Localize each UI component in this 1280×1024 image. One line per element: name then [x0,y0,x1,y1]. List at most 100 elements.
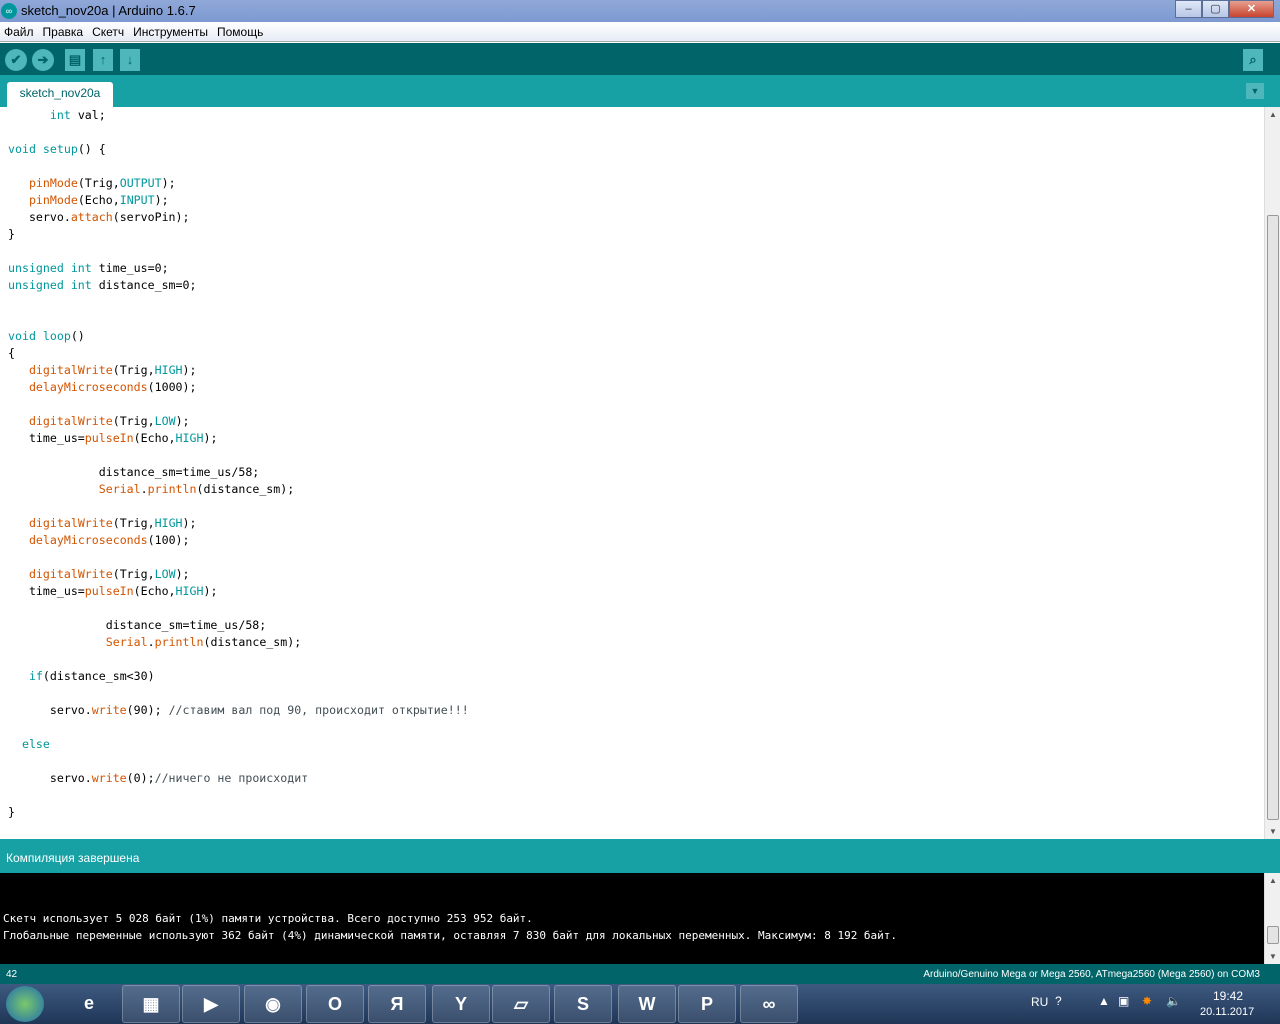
minimize-button[interactable]: ‒ [1175,0,1202,18]
console-line: Глобальные переменные используют 362 бай… [3,929,898,942]
code-token: distance_sm=time_us/58; [8,618,267,632]
code-token: (Trig, [112,567,155,581]
status-message: Компиляция завершена [0,839,1280,873]
code-token: ); [182,516,197,530]
title-bar: ∞ sketch_nov20a | Arduino 1.6.7 ‒ ▢ ✕ [0,0,1280,22]
footer-bar: 42 Arduino/Genuino Mega or Mega 2560, AT… [0,964,1280,984]
taskbar-chrome-icon[interactable]: ◉ [244,985,302,1023]
taskbar-media-player-icon[interactable]: ▶ [182,985,240,1023]
code-line: pinMode(Echo,INPUT); [8,192,169,209]
new-button[interactable]: ▤ [65,49,85,71]
code-line: digitalWrite(Trig,LOW); [8,566,190,583]
code-line: servo.write(90); //ставим вал под 90, пр… [8,702,469,719]
tray-arrow-icon[interactable]: ▲ [1098,994,1110,1008]
scroll-up-icon[interactable]: ▲ [1265,110,1280,119]
avast-icon[interactable]: ✸ [1142,994,1152,1008]
code-line: servo.write(0);//ничего не происходит [8,770,308,787]
save-button[interactable]: ↓ [120,49,140,71]
taskbar-arduino-icon[interactable]: ∞ [740,985,798,1023]
taskbar-yandex-browser-icon[interactable]: Y [432,985,490,1023]
toolbar: ✔ ➔ ▤ ↑ ↓ ⌕ [0,43,1280,75]
menu-sketch[interactable]: Скетч [92,22,124,41]
taskbar-opera-icon[interactable]: O [306,985,364,1023]
code-line: digitalWrite(Trig,LOW); [8,413,190,430]
function-token: digitalWrite [28,516,113,530]
code-line: pinMode(Trig,OUTPUT); [8,175,176,192]
tab-menu-button[interactable]: ▼ [1246,83,1264,99]
scroll-down-icon[interactable]: ▼ [1265,952,1280,961]
function-token: delayMicroseconds [28,533,148,547]
tab-sketch[interactable]: sketch_nov20a [7,82,113,107]
code-line: digitalWrite(Trig,HIGH); [8,362,197,379]
windows-start-icon[interactable] [6,986,44,1022]
window-title: sketch_nov20a | Arduino 1.6.7 [21,3,196,18]
code-line: if(distance_sm<30) [8,668,155,685]
help-icon[interactable]: ? [1055,994,1062,1008]
code-token: time_us= [8,431,85,445]
keyword-token: HIGH [154,363,183,377]
scroll-thumb[interactable] [1267,215,1279,820]
code-token: . [140,482,148,496]
code-token: } [8,805,15,819]
verify-button[interactable]: ✔ [5,49,27,71]
code-token: () [70,329,85,343]
menu-help[interactable]: Помощь [217,22,263,41]
code-token: (1000); [147,380,197,394]
taskbar-ie-icon[interactable]: e [60,985,118,1023]
function-token: write [91,771,127,785]
line-number: 42 [6,969,18,980]
keyword-token: HIGH [175,584,204,598]
network-icon[interactable]: ▣ [1118,994,1129,1008]
taskbar-sticky-notes-icon[interactable]: ▱ [492,985,550,1023]
clock-date[interactable]: 20.11.2017 [1200,1006,1254,1018]
close-button[interactable]: ✕ [1229,0,1274,18]
scroll-up-icon[interactable]: ▲ [1265,876,1280,885]
taskbar-explorer-icon[interactable]: ▦ [122,985,180,1023]
code-token: (distance_sm); [203,635,302,649]
upload-button[interactable]: ➔ [32,49,54,71]
menu-tools[interactable]: Инструменты [133,22,208,41]
keyword-token: void [8,142,36,156]
code-line: unsigned int distance_sm=0; [8,277,196,294]
code-token: (distance_sm); [196,482,295,496]
function-token: write [91,703,127,717]
code-line: distance_sm=time_us/58; [8,617,267,634]
maximize-button[interactable]: ▢ [1202,0,1229,18]
taskbar-yandex-icon[interactable]: Я [368,985,426,1023]
code-token: (Trig, [112,363,155,377]
code-editor[interactable]: int val; void setup() { pinMode(Trig,OUTP… [0,107,1264,839]
function-token: digitalWrite [28,414,113,428]
menu-edit[interactable]: Правка [43,22,84,41]
serial-monitor-button[interactable]: ⌕ [1243,49,1263,71]
clock-time[interactable]: 19:42 [1213,989,1243,1003]
code-line: digitalWrite(Trig,HIGH); [8,515,197,532]
keyword-token: int [70,261,92,275]
taskbar-skype-icon[interactable]: S [554,985,612,1023]
code-token: (distance_sm<30) [42,669,155,683]
language-indicator[interactable]: RU [1031,995,1048,1009]
menu-file[interactable]: Файл [4,22,34,41]
code-line: { [8,345,15,362]
keyword-token: int [70,278,92,292]
code-token: servo. [8,703,92,717]
keyword-token: INPUT [119,193,155,207]
keyword-token: else [21,737,50,751]
taskbar-powerpoint-icon[interactable]: P [678,985,736,1023]
code-line: Serial.println(distance_sm); [8,634,301,651]
tab-bar: sketch_nov20a ▼ [0,75,1280,107]
code-token: (Trig, [112,516,155,530]
console-scrollbar[interactable]: ▲ ▼ [1264,873,1280,964]
scroll-down-icon[interactable]: ▼ [1265,827,1280,836]
volume-icon[interactable]: 🔈 [1166,994,1181,1008]
scroll-thumb[interactable] [1267,926,1279,944]
open-button[interactable]: ↑ [93,49,113,71]
editor-scrollbar[interactable]: ▲ ▼ [1264,107,1280,839]
taskbar-word-icon[interactable]: W [618,985,676,1023]
